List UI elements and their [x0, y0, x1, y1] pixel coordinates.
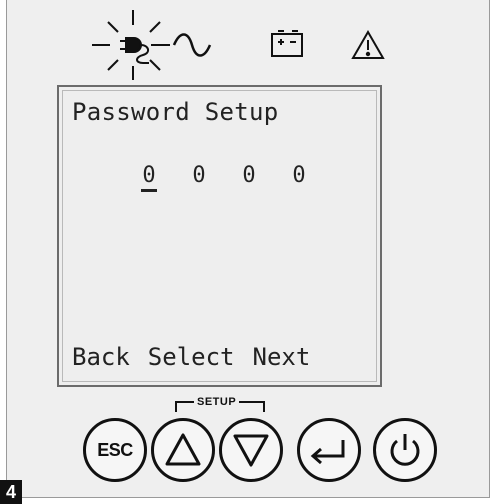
password-digits: 0 0 0 0 [139, 163, 339, 203]
enter-button[interactable] [297, 418, 361, 482]
down-button[interactable] [219, 418, 283, 482]
password-digit-4[interactable]: 0 [289, 163, 309, 188]
power-button[interactable] [373, 418, 437, 482]
softkey-back: Back [72, 343, 130, 371]
power-icon [390, 434, 420, 466]
softkey-select: Select [147, 343, 235, 371]
softkey-next: Next [252, 343, 311, 371]
lcd-screen: Password Setup 0 0 0 0 Back Select Next [57, 85, 382, 387]
ac-input-icon [120, 37, 170, 64]
password-digit-3[interactable]: 0 [239, 163, 259, 188]
password-digit-1[interactable]: 0 [139, 163, 159, 192]
status-icon-bar [92, 10, 385, 80]
battery-icon [271, 30, 303, 57]
setup-text: SETUP [194, 396, 240, 408]
figure-number-badge: 4 [0, 480, 22, 504]
warning-icon [351, 29, 385, 59]
esc-button[interactable]: ESC [83, 418, 147, 482]
lcd-title: Password Setup [72, 98, 279, 126]
esc-label: ESC [97, 439, 133, 460]
sine-wave-icon [172, 33, 212, 57]
password-digit-2[interactable]: 0 [189, 163, 209, 188]
up-button[interactable] [151, 418, 215, 482]
lcd-inner-frame [62, 90, 377, 382]
setup-group-label: SETUP [172, 396, 268, 416]
softkey-labels: Back Select Next [72, 343, 310, 371]
triangle-down-icon [233, 434, 269, 467]
enter-arrow-icon [310, 440, 345, 465]
triangle-up-icon [165, 433, 201, 466]
